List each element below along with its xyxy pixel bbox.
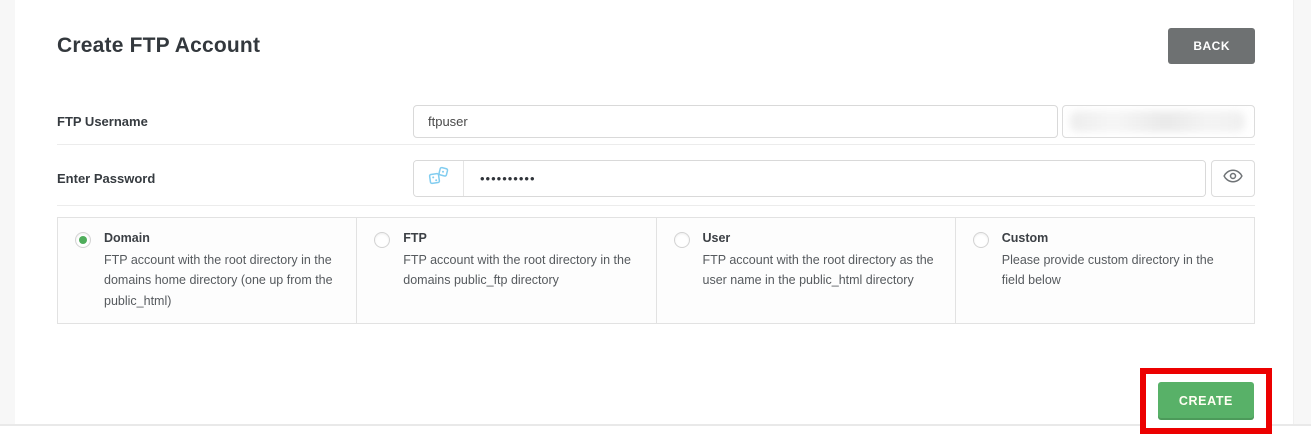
radio-custom[interactable]	[973, 232, 989, 248]
option-ftp-description: FTP account with the root directory in t…	[403, 250, 637, 291]
option-domain[interactable]: Domain FTP account with the root directo…	[58, 218, 357, 323]
domain-suffix-redacted	[1062, 105, 1255, 138]
generate-password-button[interactable]	[414, 161, 464, 196]
page-title: Create FTP Account	[57, 34, 260, 58]
option-user-description: FTP account with the root directory as t…	[703, 250, 937, 291]
option-ftp-title: FTP	[403, 231, 637, 245]
ftp-username-row: FTP Username	[57, 105, 1255, 145]
dice-icon	[428, 166, 450, 191]
option-custom-description: Please provide custom directory in the f…	[1002, 250, 1236, 291]
password-row: Enter Password	[57, 145, 1255, 206]
create-button[interactable]: CREATE	[1158, 382, 1254, 420]
blur-smudge	[1070, 111, 1245, 132]
create-ftp-account-panel: Create FTP Account BACK FTP Username Ent…	[57, 0, 1255, 434]
eye-icon	[1223, 169, 1243, 188]
password-input[interactable]	[464, 161, 1205, 196]
radio-ftp[interactable]	[374, 232, 390, 248]
option-custom-title: Custom	[1002, 231, 1236, 245]
show-password-button[interactable]	[1211, 160, 1255, 197]
directory-options-group: Domain FTP account with the root directo…	[57, 217, 1255, 324]
form-area: FTP Username Enter Password	[57, 105, 1255, 434]
footer: CREATE	[57, 368, 1255, 434]
option-custom[interactable]: Custom Please provide custom directory i…	[956, 218, 1254, 323]
right-gutter	[1293, 0, 1311, 426]
back-button[interactable]: BACK	[1168, 28, 1255, 64]
option-domain-description: FTP account with the root directory in t…	[104, 250, 338, 311]
red-highlight-annotation: CREATE	[1140, 368, 1272, 434]
radio-user[interactable]	[674, 232, 690, 248]
password-label: Enter Password	[57, 171, 413, 186]
option-user[interactable]: User FTP account with the root directory…	[657, 218, 956, 323]
page-header: Create FTP Account BACK	[57, 0, 1255, 64]
password-input-group	[413, 160, 1206, 197]
left-gutter	[0, 0, 15, 426]
option-ftp[interactable]: FTP FTP account with the root directory …	[357, 218, 656, 323]
ftp-username-input[interactable]	[413, 105, 1058, 138]
option-domain-title: Domain	[104, 231, 338, 245]
ftp-username-label: FTP Username	[57, 114, 413, 129]
option-user-title: User	[703, 231, 937, 245]
radio-domain[interactable]	[75, 232, 91, 248]
